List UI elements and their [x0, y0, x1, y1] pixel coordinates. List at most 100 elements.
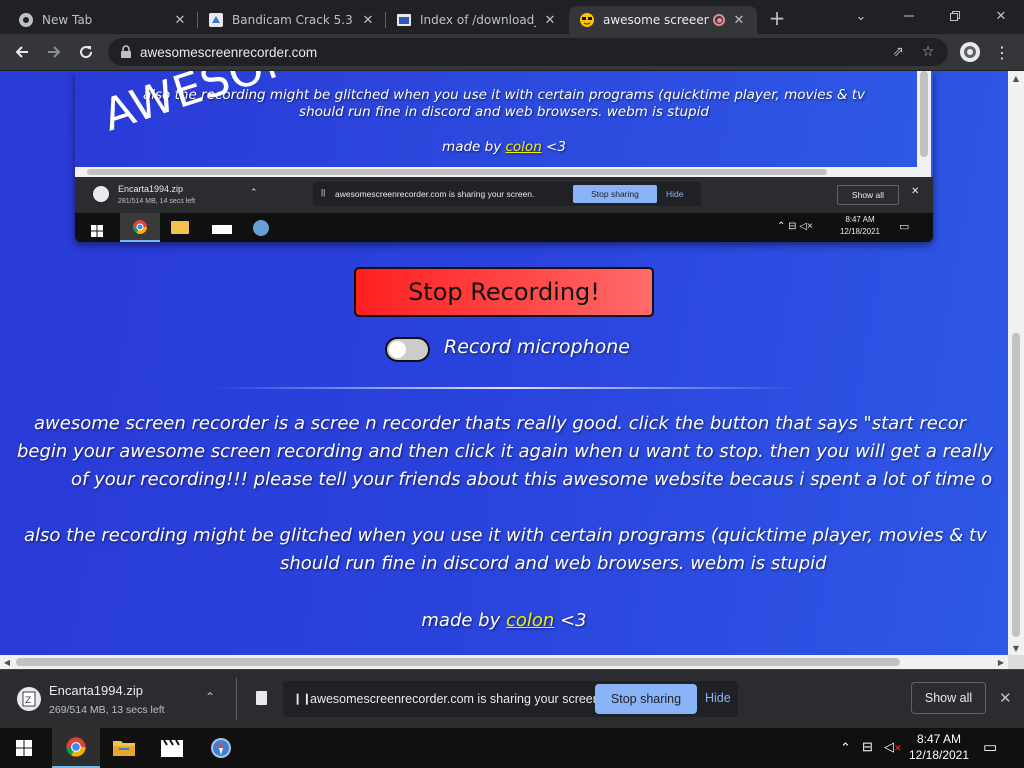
windows-logo-icon [16, 740, 32, 756]
close-icon[interactable]: ✕ [172, 12, 188, 28]
emoji-sunglasses-icon [579, 12, 595, 28]
bookmark-star-icon[interactable]: ☆ [920, 44, 936, 60]
notification-center-icon[interactable]: ▭ [983, 738, 997, 756]
url-text: awesomescreenrecorder.com [140, 44, 318, 60]
preview-download-file: Encarta1994.zip [118, 184, 184, 194]
file-icon [256, 691, 267, 705]
forward-button[interactable] [40, 38, 68, 66]
scroll-right-arrow-icon[interactable]: ▶ [994, 655, 1008, 669]
preview-chrome-icon [120, 213, 160, 242]
download-status: 269/514 MB, 13 secs left [49, 704, 165, 716]
preview-safari-icon [253, 220, 269, 236]
close-shelf-icon[interactable]: ✕ [999, 689, 1012, 707]
tab-title: Index of /download_ce [420, 13, 536, 27]
divider [212, 387, 800, 389]
tab-awesome-screen[interactable]: awesome screeen ✕ [569, 6, 757, 34]
network-icon[interactable]: ⊟ [862, 739, 873, 755]
page-viewport: also the recording might be glitched whe… [0, 71, 1008, 655]
vertical-scroll-thumb[interactable] [1012, 333, 1020, 637]
tab-strip: New Tab ✕ Bandicam Crack 5.3.3.1 ✕ Index… [0, 0, 1024, 34]
horizontal-scrollbar[interactable]: ◀ ▶ [0, 655, 1008, 669]
scroll-down-arrow-icon[interactable]: ▼ [1008, 641, 1024, 655]
chrome-icon [66, 737, 86, 757]
shelf-divider [236, 678, 237, 720]
minimize-button[interactable] [886, 0, 932, 32]
svg-text:Z: Z [25, 696, 31, 706]
preview-heart: <3 [546, 139, 566, 155]
tab-bandicam[interactable]: Bandicam Crack 5.3.3.1 ✕ [198, 6, 386, 34]
preview-share-text: awesomescreenrecorder.com is sharing you… [335, 189, 535, 199]
preview-download-status: 281/514 MB, 14 secs left [118, 198, 196, 205]
made-by-line: made by colon <3 [0, 610, 1008, 631]
preview-hscroll [75, 167, 917, 177]
lock-icon [121, 45, 131, 58]
taskbar-movies-tv[interactable] [148, 728, 196, 768]
menu-button[interactable]: ⋮ [988, 38, 1016, 66]
close-icon[interactable]: ✕ [542, 12, 558, 28]
page-icon [208, 12, 224, 28]
new-tab-button[interactable]: + [766, 6, 788, 30]
screen-share-bar: ❙❙ awesomescreenrecorder.com is sharing … [283, 681, 738, 717]
taskbar-chrome[interactable] [52, 728, 100, 768]
start-button[interactable] [0, 728, 48, 768]
volume-muted-icon[interactable]: ◁✕ [884, 739, 902, 755]
preview-made-by: made by colon <3 [75, 139, 933, 155]
preview-folder-icon [171, 221, 189, 234]
taskbar-safari[interactable] [197, 728, 245, 768]
vertical-scrollbar[interactable]: ▲ ▼ [1008, 71, 1024, 655]
page-icon [396, 12, 412, 28]
hide-button[interactable]: Hide [705, 691, 731, 705]
microphone-toggle[interactable] [385, 337, 430, 362]
preview-made-by-text: made by [442, 139, 502, 155]
preview-windows-icon [91, 222, 103, 241]
preview-download-shelf: Encarta1994.zip 281/514 MB, 14 secs left… [75, 177, 933, 213]
tray-chevron-up-icon[interactable]: ⌃ [840, 740, 851, 756]
clapperboard-icon [161, 739, 183, 757]
profile-avatar[interactable] [956, 38, 984, 66]
preview-notification-icon: ▭ [899, 221, 910, 233]
reload-icon [80, 46, 93, 59]
chevron-up-icon[interactable]: ⌃ [205, 690, 215, 704]
stop-sharing-button[interactable]: Stop sharing [595, 684, 697, 714]
taskbar-file-explorer[interactable] [100, 728, 148, 768]
description-line-4: also the recording might be glitched whe… [24, 525, 987, 546]
preview-close-icon: ✕ [911, 186, 920, 197]
scroll-corner [1008, 655, 1024, 669]
taskbar-clock[interactable]: 8:47 AM 12/18/2021 [904, 731, 974, 763]
description-line-3: of your recording!!! please tell your fr… [71, 469, 993, 490]
download-filename: Encarta1994.zip [49, 683, 143, 698]
windows-taskbar: ⌃ ⊟ ◁✕ 8:47 AM 12/18/2021 ▭ [0, 728, 1024, 768]
recording-indicator-icon [713, 14, 725, 26]
preview-share-bar: || awesomescreenrecorder.com is sharing … [313, 182, 701, 206]
scroll-up-arrow-icon[interactable]: ▲ [1008, 71, 1024, 85]
scroll-left-arrow-icon[interactable]: ◀ [0, 655, 14, 669]
close-icon[interactable]: ✕ [360, 12, 376, 28]
browser-toolbar: awesomescreenrecorder.com ⇗ ☆ ⋮ [0, 34, 1024, 71]
close-window-button[interactable]: ✕ [978, 0, 1024, 32]
restore-button[interactable] [932, 0, 978, 32]
tab-search-button[interactable]: ⌄ [838, 0, 884, 32]
author-link[interactable]: colon [506, 610, 554, 631]
preview-pause-icon: || [321, 188, 326, 197]
preview-vscroll [917, 71, 931, 177]
show-all-button[interactable]: Show all [911, 682, 986, 714]
download-item[interactable]: Z Encarta1994.zip 269/514 MB, 13 secs le… [0, 670, 232, 729]
preview-chevron-up-icon: ⌃ [250, 187, 258, 197]
back-button[interactable] [8, 38, 36, 66]
share-icon[interactable]: ⇗ [890, 44, 906, 60]
heart-text: <3 [560, 610, 587, 631]
pause-icon: ❙❙ [293, 693, 312, 705]
preview-author-link: colon [505, 139, 542, 155]
horizontal-scroll-thumb[interactable] [16, 658, 900, 666]
zip-file-icon: Z [17, 687, 41, 711]
stop-recording-button[interactable]: Stop Recording! [354, 267, 654, 317]
description-line-5: should run fine in discord and web brows… [280, 553, 827, 574]
tab-new-tab[interactable]: New Tab ✕ [8, 6, 198, 34]
chrome-icon [18, 12, 34, 28]
avatar-icon [960, 42, 980, 62]
close-icon[interactable]: ✕ [731, 12, 747, 28]
address-bar[interactable]: awesomescreenrecorder.com ⇗ ☆ [108, 38, 948, 66]
tab-index-of[interactable]: Index of /download_ce ✕ [386, 6, 568, 34]
reload-button[interactable] [72, 38, 100, 66]
preview-clock-time: 8:47 AM [845, 215, 875, 224]
